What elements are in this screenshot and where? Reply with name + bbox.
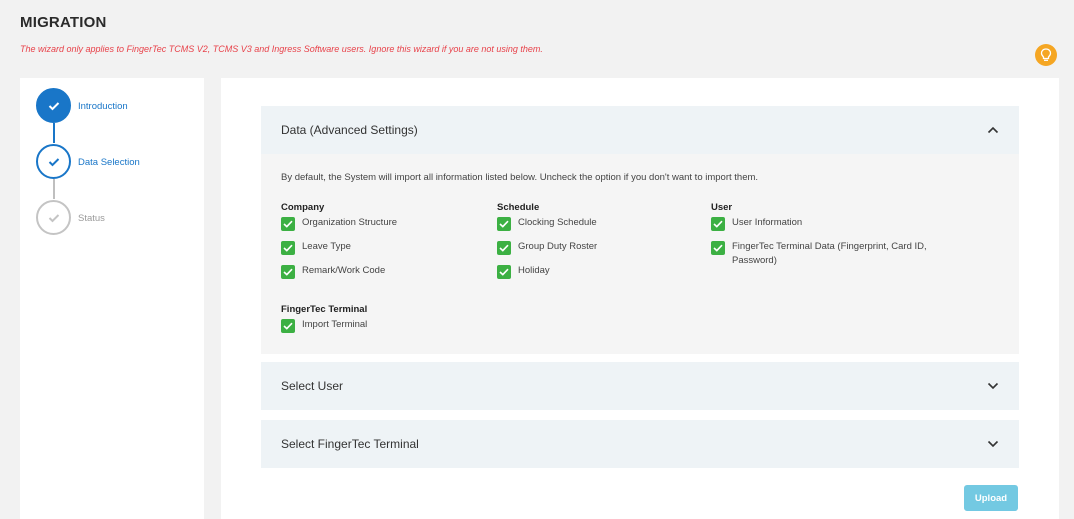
chevron-down-icon[interactable] (987, 382, 999, 390)
checkbox[interactable] (711, 217, 725, 231)
chevron-down-icon[interactable] (987, 440, 999, 448)
checkbox-holiday[interactable]: Holiday (497, 264, 697, 288)
check-icon (283, 322, 293, 330)
check-icon (283, 268, 293, 276)
step-data-selection-label[interactable]: Data Selection (78, 157, 140, 168)
step-connector (53, 123, 55, 143)
step-status-label[interactable]: Status (78, 213, 105, 224)
checkbox-import-terminal[interactable]: Import Terminal (281, 318, 481, 342)
check-icon (713, 244, 723, 252)
check-icon (499, 244, 509, 252)
checkbox-user-information[interactable]: User Information (711, 216, 961, 240)
checkbox-group-duty-roster[interactable]: Group Duty Roster (497, 240, 697, 264)
company-group-title: Company (281, 202, 325, 213)
select-terminal-header[interactable]: Select FingerTec Terminal (261, 420, 1019, 468)
wizard-stepper: Introduction Data Selection Status (20, 78, 204, 519)
schedule-group: Schedule Clocking Schedule Group Duty Ro… (497, 202, 697, 288)
checkbox-clocking-schedule[interactable]: Clocking Schedule (497, 216, 697, 240)
step-introduction-icon[interactable] (36, 88, 71, 123)
upload-button[interactable]: Upload (964, 485, 1018, 511)
checkbox[interactable] (281, 217, 295, 231)
checkbox-label: Holiday (518, 265, 550, 276)
checkbox[interactable] (281, 265, 295, 279)
select-user-title: Select User (281, 379, 344, 393)
checkbox-label: FingerTec Terminal Data (Fingerprint, Ca… (732, 241, 927, 266)
select-terminal-accordion: Select FingerTec Terminal (261, 420, 1019, 468)
checkbox-label: User Information (732, 217, 803, 228)
checkbox[interactable] (497, 265, 511, 279)
step-introduction-label[interactable]: Introduction (78, 101, 128, 112)
checkbox-label: Import Terminal (302, 319, 368, 330)
checkbox-remark-work-code[interactable]: Remark/Work Code (281, 264, 481, 288)
fingertec-terminal-group-title: FingerTec Terminal (281, 304, 368, 315)
checkbox-label: Group Duty Roster (518, 241, 598, 252)
check-icon (283, 244, 293, 252)
select-user-header[interactable]: Select User (261, 362, 1019, 410)
check-icon (283, 220, 293, 228)
checkbox-label: Remark/Work Code (302, 265, 386, 276)
data-settings-description: By default, the System will import all i… (281, 172, 759, 183)
checkbox[interactable] (711, 241, 725, 255)
check-icon (499, 268, 509, 276)
check-icon (48, 213, 59, 222)
user-group: User User Information FingerTec Terminal… (711, 202, 961, 278)
checkbox-fingertec-terminal-data[interactable]: FingerTec Terminal Data (Fingerprint, Ca… (711, 240, 961, 278)
step-data-selection-icon[interactable] (36, 144, 71, 179)
check-icon (48, 101, 59, 110)
data-settings-title: Data (Advanced Settings) (281, 123, 418, 137)
checkbox[interactable] (281, 319, 295, 333)
check-icon (713, 220, 723, 228)
schedule-group-title: Schedule (497, 202, 540, 213)
checkbox-label: Organization Structure (302, 217, 398, 228)
step-connector (53, 179, 55, 199)
data-settings-accordion: Data (Advanced Settings) By default, the… (261, 106, 1019, 354)
checkbox[interactable] (497, 217, 511, 231)
check-icon (499, 220, 509, 228)
checkbox-label: Clocking Schedule (518, 217, 597, 228)
user-group-title: User (711, 202, 733, 213)
chevron-up-icon[interactable] (987, 126, 999, 134)
data-settings-header[interactable]: Data (Advanced Settings) (261, 106, 1019, 154)
checkbox[interactable] (497, 241, 511, 255)
page-title: MIGRATION (20, 14, 107, 31)
data-settings-body: By default, the System will import all i… (261, 154, 1019, 354)
step-status-icon[interactable] (36, 200, 71, 235)
check-icon (48, 157, 59, 166)
select-user-accordion: Select User (261, 362, 1019, 410)
select-terminal-title: Select FingerTec Terminal (281, 437, 419, 451)
checkbox-organization-structure[interactable]: Organization Structure (281, 216, 481, 240)
checkbox[interactable] (281, 241, 295, 255)
checkbox-label: Leave Type (302, 241, 351, 252)
checkbox-leave-type[interactable]: Leave Type (281, 240, 481, 264)
company-group: Company Organization Structure Leave Typ… (281, 202, 481, 288)
warning-message: The wizard only applies to FingerTec TCM… (20, 44, 543, 54)
fingertec-terminal-group: FingerTec Terminal Import Terminal (281, 304, 481, 342)
lightbulb-icon[interactable] (1035, 44, 1057, 66)
main-panel: Data (Advanced Settings) By default, the… (221, 78, 1059, 519)
